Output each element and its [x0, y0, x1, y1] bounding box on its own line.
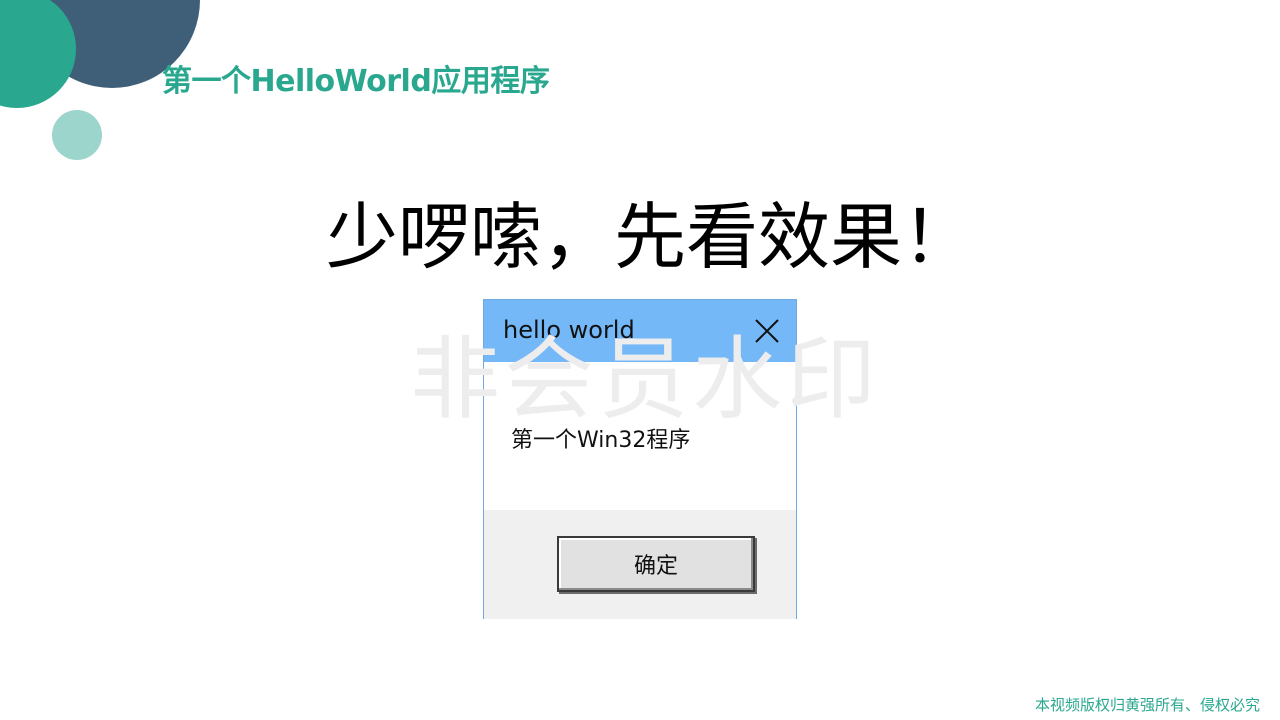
message-box-footer: 确定	[484, 510, 796, 619]
slide-title: 第一个HelloWorld应用程序	[162, 64, 550, 99]
decorative-circle-small	[52, 110, 102, 160]
decorative-circle-teal	[0, 0, 76, 108]
close-button[interactable]	[748, 312, 786, 350]
message-box-titlebar[interactable]: hello world	[484, 300, 796, 362]
message-box-window: hello world 第一个Win32程序 确定	[483, 299, 797, 619]
message-box-body: 第一个Win32程序	[484, 362, 796, 510]
ok-button[interactable]: 确定	[557, 536, 755, 592]
headline: 少啰嗦，先看效果！	[325, 195, 974, 279]
slide: 第一个HelloWorld应用程序 少啰嗦，先看效果！ hello world …	[0, 0, 1280, 720]
message-box-title: hello world	[503, 316, 635, 344]
close-icon	[755, 319, 779, 343]
copyright-notice: 本视频版权归黄强所有、侵权必究	[1034, 696, 1260, 714]
message-box-text: 第一个Win32程序	[511, 428, 691, 453]
